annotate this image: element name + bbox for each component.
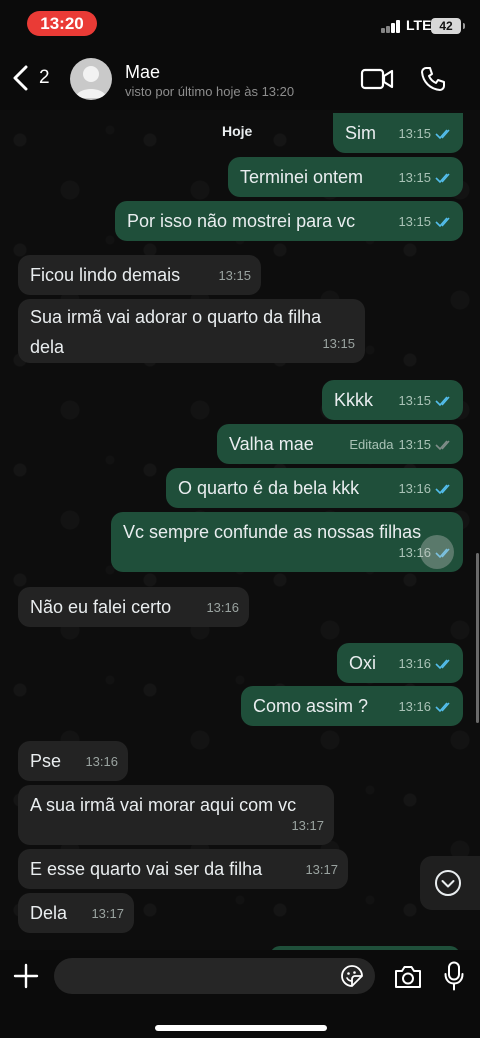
phone-icon[interactable]	[419, 65, 447, 93]
double-check-icon	[435, 484, 450, 495]
message-text: Dela	[30, 903, 68, 923]
message-text: A sua irmã vai morar aqui com vc	[30, 795, 297, 815]
message-outgoing[interactable]: Sim 13:15	[333, 113, 463, 153]
message-outgoing[interactable]: Oxi 13:16	[337, 643, 463, 683]
double-check-icon	[435, 702, 450, 713]
message-incoming[interactable]: Não eu falei certo 13:16	[18, 587, 249, 627]
chat-header: 2 Mae visto por último hoje às 13:20	[0, 46, 480, 110]
message-text: Valha mae	[229, 434, 314, 454]
edited-label: Editada	[349, 437, 394, 452]
message-time: 13:15	[398, 437, 431, 452]
message-outgoing[interactable]: Por isso não mostrei para vc 13:15	[115, 201, 463, 241]
message-outgoing[interactable]: Terminei ontem 13:15	[228, 157, 463, 197]
message-outgoing[interactable]: O quarto é da bela kkk 13:16	[166, 468, 463, 508]
double-check-icon	[435, 659, 450, 670]
message-outgoing[interactable]: Kkkk 13:15	[322, 380, 463, 420]
battery-icon: 42	[431, 18, 465, 34]
message-incoming[interactable]: Ficou lindo demais 13:15	[18, 255, 261, 295]
double-check-icon	[435, 173, 450, 184]
message-text: Sim	[345, 123, 376, 143]
message-text: Não eu falei certo	[30, 597, 172, 617]
network-type: LTE	[406, 17, 432, 33]
avatar-placeholder-icon	[75, 66, 107, 98]
back-button[interactable]: 2	[12, 62, 62, 94]
double-check-icon	[435, 129, 450, 140]
message-time: 13:15	[398, 126, 431, 141]
message-outgoing[interactable]: Valha mae Editada 13:15	[217, 424, 463, 464]
message-list[interactable]: Sim 13:15 Hoje Terminei ontem 13:15 Por …	[0, 110, 480, 950]
video-call-icon[interactable]	[360, 66, 394, 92]
message-time: 13:17	[305, 862, 338, 877]
message-text: Pse	[30, 751, 62, 771]
message-text: Kkkk	[334, 390, 374, 410]
message-outgoing[interactable]: Vc sempre confunde as nossas filhas 13:1…	[111, 512, 463, 572]
avatar[interactable]	[70, 58, 112, 100]
message-time: 13:15	[322, 336, 355, 351]
signal-icon	[381, 19, 403, 33]
message-input[interactable]	[54, 958, 375, 994]
microphone-icon[interactable]	[444, 961, 464, 991]
touch-indicator	[420, 535, 454, 569]
message-incoming[interactable]: A sua irmã vai morar aqui com vc 13:17	[18, 785, 334, 845]
message-incoming[interactable]: Sua irmã vai adorar o quarto da filha del…	[18, 299, 365, 363]
message-incoming[interactable]: Dela 13:17	[18, 893, 134, 933]
message-text: O quarto é da bela kkk	[178, 478, 360, 498]
message-time: 13:17	[91, 906, 124, 921]
status-bar: 13:20 LTE 42	[0, 0, 480, 46]
message-incoming[interactable]: Pse 13:16	[18, 741, 128, 781]
double-check-icon	[435, 440, 450, 451]
chevron-left-icon	[13, 65, 28, 91]
plus-icon[interactable]	[12, 962, 40, 990]
message-text: Terminei ontem	[240, 167, 364, 187]
message-text: Ficou lindo demais	[30, 265, 181, 285]
message-text: Por isso não mostrei para vc	[127, 211, 356, 231]
message-time: 13:15	[398, 393, 431, 408]
double-check-icon	[435, 396, 450, 407]
message-text: Oxi	[349, 653, 376, 673]
last-seen-status: visto por último hoje às 13:20	[125, 84, 295, 99]
message-time: 13:16	[398, 699, 431, 714]
home-indicator[interactable]	[155, 1025, 327, 1031]
date-divider: Hoje	[222, 123, 253, 139]
message-time: 13:16	[398, 481, 431, 496]
message-time: 13:15	[218, 268, 251, 283]
double-check-icon	[435, 217, 450, 228]
message-time: 13:16	[398, 656, 431, 671]
sticker-icon[interactable]	[340, 964, 364, 988]
message-text: Vc sempre confunde as nossas filhas	[123, 522, 422, 542]
message-text: Como assim ?	[253, 696, 369, 716]
message-time: 13:16	[206, 600, 239, 615]
composer-bar	[0, 950, 480, 1038]
scroll-to-bottom-button[interactable]	[420, 856, 480, 910]
message-text: E esse quarto vai ser da filha	[30, 859, 263, 879]
message-time: 13:17	[291, 818, 324, 833]
scrollbar[interactable]	[476, 553, 479, 723]
status-time: 13:20	[27, 11, 97, 36]
camera-icon[interactable]	[393, 964, 423, 990]
chevron-down-circle-icon	[435, 870, 461, 896]
message-incoming[interactable]: E esse quarto vai ser da filha 13:17	[18, 849, 348, 889]
message-outgoing[interactable]: Como assim ? 13:16	[241, 686, 463, 726]
message-time: 13:16	[85, 754, 118, 769]
contact-name[interactable]: Mae	[125, 62, 160, 83]
unread-chats-count: 2	[39, 67, 50, 88]
message-time: 13:15	[398, 214, 431, 229]
message-text: Sua irmã vai adorar o quarto da filha del…	[30, 307, 322, 357]
message-time: 13:15	[398, 170, 431, 185]
